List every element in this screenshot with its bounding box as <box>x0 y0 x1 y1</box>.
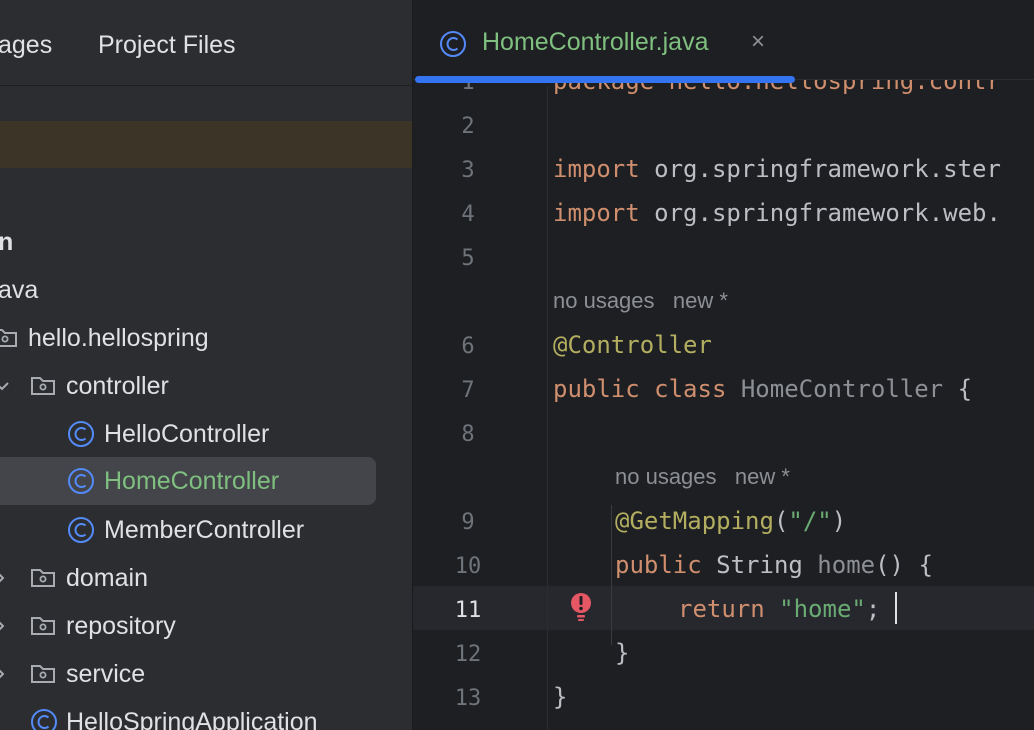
tree-item-main[interactable]: n <box>0 218 412 266</box>
close-icon[interactable]: × <box>751 28 765 56</box>
inlay-hint-usages[interactable]: no usages new * <box>615 464 790 490</box>
code-class-name: HomeController <box>726 375 944 403</box>
code-keyword: import <box>553 199 640 227</box>
code-line-4: import org.springframework.web. <box>553 198 1001 228</box>
tree-item-label: MemberController <box>104 516 305 544</box>
class-icon <box>31 709 57 730</box>
package-icon <box>31 617 55 635</box>
error-bulb-icon[interactable] <box>568 592 594 622</box>
line-number: 9 <box>461 510 475 535</box>
chevron-right-icon[interactable] <box>0 666 8 682</box>
code-annotation: @GetMapping <box>615 507 774 535</box>
code-keyword: import <box>553 155 640 183</box>
usages-hint[interactable]: no usages <box>615 464 717 489</box>
code-keyword: return <box>678 595 765 623</box>
tree-item-label: n <box>0 228 14 256</box>
chevron-down-icon[interactable] <box>0 378 10 394</box>
class-icon <box>440 31 466 57</box>
code-text: { <box>943 375 973 403</box>
code-line-13: } <box>553 683 568 711</box>
usages-hint[interactable]: no usages <box>553 288 655 313</box>
tree-item-hellocontroller[interactable]: HelloController <box>0 410 412 458</box>
highlighted-row <box>0 121 412 168</box>
tab-project-files[interactable]: Project Files <box>98 28 236 62</box>
tree-item-domain[interactable]: domain <box>0 554 412 602</box>
tree-item-homecontroller[interactable]: HomeController <box>0 457 376 505</box>
gutter-separator <box>547 86 548 730</box>
code-keyword: public class <box>553 375 727 403</box>
code-text: org.springframework.ster <box>639 155 1001 183</box>
tab-packages[interactable]: ages <box>0 28 52 62</box>
project-panel-tabs: ages Project Files <box>0 0 412 86</box>
code-keyword: public <box>615 551 702 579</box>
line-number: 2 <box>461 114 475 139</box>
line-number: 6 <box>461 334 475 359</box>
code-line-6: @Controller <box>553 331 712 359</box>
code-text: ; <box>865 595 881 623</box>
line-number: 7 <box>461 378 475 403</box>
tree-item-label: HelloSpringApplication <box>66 708 318 730</box>
class-icon <box>68 421 94 447</box>
package-icon <box>0 329 17 347</box>
tree-item-membercontroller[interactable]: MemberController <box>0 506 412 554</box>
code-type: String <box>701 551 803 579</box>
tree-item-label: service <box>66 660 146 688</box>
line-number: 5 <box>461 246 475 271</box>
editor-tab-bar: HomeController.java × <box>413 0 1034 83</box>
inlay-hint-usages[interactable]: no usages new * <box>553 288 728 314</box>
code-text: ) <box>831 507 847 535</box>
class-icon <box>68 517 94 543</box>
tree-item-label: HomeController <box>104 467 280 495</box>
tree-item-label: HelloController <box>104 420 270 448</box>
line-number-current: 11 <box>454 598 482 623</box>
tree-item-controller[interactable]: controller <box>0 362 412 410</box>
tree-item-label: domain <box>66 564 148 592</box>
code-text: org.springframework.web. <box>639 199 1001 227</box>
text-caret <box>895 592 897 624</box>
code-line-3: import org.springframework.ster <box>553 154 1001 184</box>
code-method-name: home <box>802 551 876 579</box>
code-string: "home" <box>764 595 866 623</box>
tree-item-label: ava <box>0 276 39 304</box>
tree-item-label: repository <box>66 612 176 640</box>
code-string: "/" <box>788 507 832 535</box>
tab-filename: HomeController.java <box>482 28 709 56</box>
line-number: 10 <box>454 554 482 579</box>
line-number: 4 <box>461 202 475 227</box>
tree-item-java[interactable]: ava <box>0 266 412 314</box>
tree-item-repository[interactable]: repository <box>0 602 412 650</box>
project-panel: ages Project Files n ava hello.hellospri… <box>0 0 412 730</box>
package-icon <box>31 377 55 395</box>
line-number: 13 <box>454 686 482 711</box>
indent-guide <box>611 505 612 645</box>
code-line-9: @GetMapping("/") <box>615 506 846 536</box>
line-number: 8 <box>461 422 475 447</box>
code-text: () { <box>875 551 933 579</box>
tree-item-service[interactable]: service <box>0 650 412 698</box>
chevron-right-icon[interactable] <box>0 618 8 634</box>
tree-item-label: hello.hellospring <box>28 324 209 352</box>
new-hint[interactable]: new * <box>735 464 790 489</box>
tree-item-hellospringapplication[interactable]: HelloSpringApplication <box>0 698 412 730</box>
tree-item-label: controller <box>66 372 169 400</box>
package-icon <box>31 665 55 683</box>
class-icon <box>68 468 94 494</box>
package-icon <box>31 569 55 587</box>
active-tab-indicator <box>415 76 795 83</box>
new-hint[interactable]: new * <box>673 288 728 313</box>
line-number: 3 <box>461 158 475 183</box>
tree-item-hello-hellospring[interactable]: hello.hellospring <box>0 314 412 362</box>
chevron-right-icon[interactable] <box>0 570 8 586</box>
line-number: 12 <box>454 642 482 667</box>
code-line-10: public String home() { <box>615 550 933 580</box>
code-editor[interactable]: 1 2 3 4 5 6 7 8 9 10 11 12 13 package he… <box>412 0 1034 730</box>
code-line-7: public class HomeController { <box>553 374 972 404</box>
code-line-12: } <box>615 639 630 667</box>
code-line-11[interactable]: return "home"; <box>678 594 880 624</box>
code-text: ( <box>773 507 789 535</box>
